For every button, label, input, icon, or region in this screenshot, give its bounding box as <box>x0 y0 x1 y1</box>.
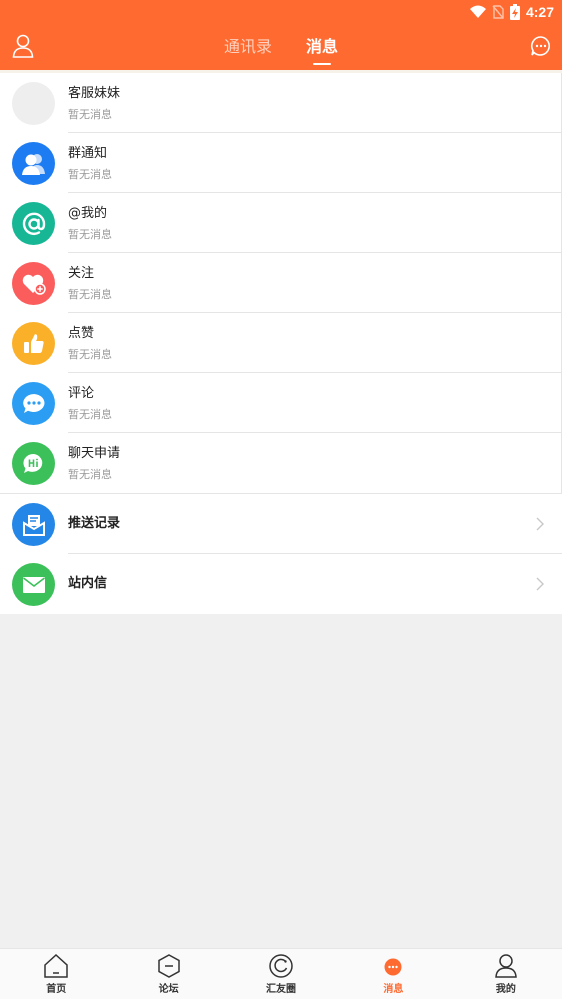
forum-icon <box>157 954 180 978</box>
item-subtitle: 暂无消息 <box>68 468 112 481</box>
group-icon <box>12 142 55 185</box>
chat-bubble-icon[interactable] <box>530 35 552 57</box>
nav-label: 论坛 <box>158 984 179 995</box>
chevron-right-icon <box>536 577 544 591</box>
list-item-likes[interactable]: 点赞 暂无消息 <box>0 313 562 373</box>
nav-label: 我的 <box>495 984 516 995</box>
nav-label: 汇友圈 <box>266 984 297 995</box>
item-subtitle: 暂无消息 <box>68 288 112 301</box>
chevron-right-icon <box>536 517 544 531</box>
at-icon <box>12 202 55 245</box>
item-subtitle: 暂无消息 <box>68 408 112 421</box>
item-title: @我的 <box>68 206 108 221</box>
list-item-push-records[interactable]: 推送记录 <box>0 493 562 554</box>
item-subtitle: 暂无消息 <box>68 168 112 181</box>
home-icon <box>44 953 68 978</box>
status-bar: 4:27 <box>0 0 562 24</box>
nav-home[interactable]: 首页 <box>0 949 112 999</box>
item-title: 客服妹妹 <box>68 86 121 101</box>
battery-charging-icon <box>509 4 520 20</box>
list-item-group-notice[interactable]: 群通知 暂无消息 <box>0 133 562 193</box>
item-subtitle: 暂无消息 <box>68 108 112 121</box>
item-title: 关注 <box>68 266 95 281</box>
list-item-chat-request[interactable]: 聊天申请 暂无消息 <box>0 433 562 493</box>
list-item-customer-service[interactable]: 客服妹妹 暂无消息 <box>0 73 562 133</box>
message-icon <box>384 958 402 976</box>
item-title: 推送记录 <box>68 516 121 531</box>
list-item-mentions[interactable]: @我的 暂无消息 <box>0 193 562 253</box>
wifi-icon <box>469 5 486 18</box>
item-title: 聊天申请 <box>68 446 121 461</box>
mail-icon <box>12 563 55 606</box>
profile-icon <box>495 954 517 978</box>
no-sim-icon <box>492 5 504 19</box>
push-mail-icon <box>12 503 55 546</box>
message-list: 客服妹妹 暂无消息 群通知 暂无消息 @我的 暂无消息 关注 暂无消息 点赞 暂… <box>0 73 562 614</box>
nav-forum[interactable]: 论坛 <box>112 949 224 999</box>
circle-icon <box>269 954 293 978</box>
list-item-follow[interactable]: 关注 暂无消息 <box>0 253 562 313</box>
nav-circle[interactable]: 汇友圈 <box>225 949 337 999</box>
hi-chat-icon <box>12 442 55 485</box>
status-time: 4:27 <box>525 4 554 20</box>
item-title: 评论 <box>68 386 95 401</box>
placeholder-avatar-icon <box>12 82 55 125</box>
item-subtitle: 暂无消息 <box>68 348 112 361</box>
nav-label: 消息 <box>383 984 404 995</box>
list-item-comments[interactable]: 评论 暂无消息 <box>0 373 562 433</box>
comment-icon <box>12 382 55 425</box>
heart-plus-icon <box>12 262 55 305</box>
nav-profile[interactable]: 我的 <box>450 949 562 999</box>
header-tabs: 通讯录 消息 <box>0 24 562 70</box>
item-title: 站内信 <box>68 576 108 591</box>
item-title: 群通知 <box>68 146 108 161</box>
app-header: 通讯录 消息 <box>0 24 562 70</box>
item-subtitle: 暂无消息 <box>68 228 112 241</box>
list-item-inbox[interactable]: 站内信 <box>0 554 562 614</box>
bottom-nav: 首页 论坛 汇友圈 消息 我的 <box>0 948 562 999</box>
tab-messages[interactable]: 消息 <box>306 24 338 70</box>
thumbs-up-icon <box>12 322 55 365</box>
nav-label: 首页 <box>46 984 67 995</box>
tab-contacts[interactable]: 通讯录 <box>224 24 272 70</box>
item-title: 点赞 <box>68 326 95 341</box>
nav-messages[interactable]: 消息 <box>337 949 449 999</box>
